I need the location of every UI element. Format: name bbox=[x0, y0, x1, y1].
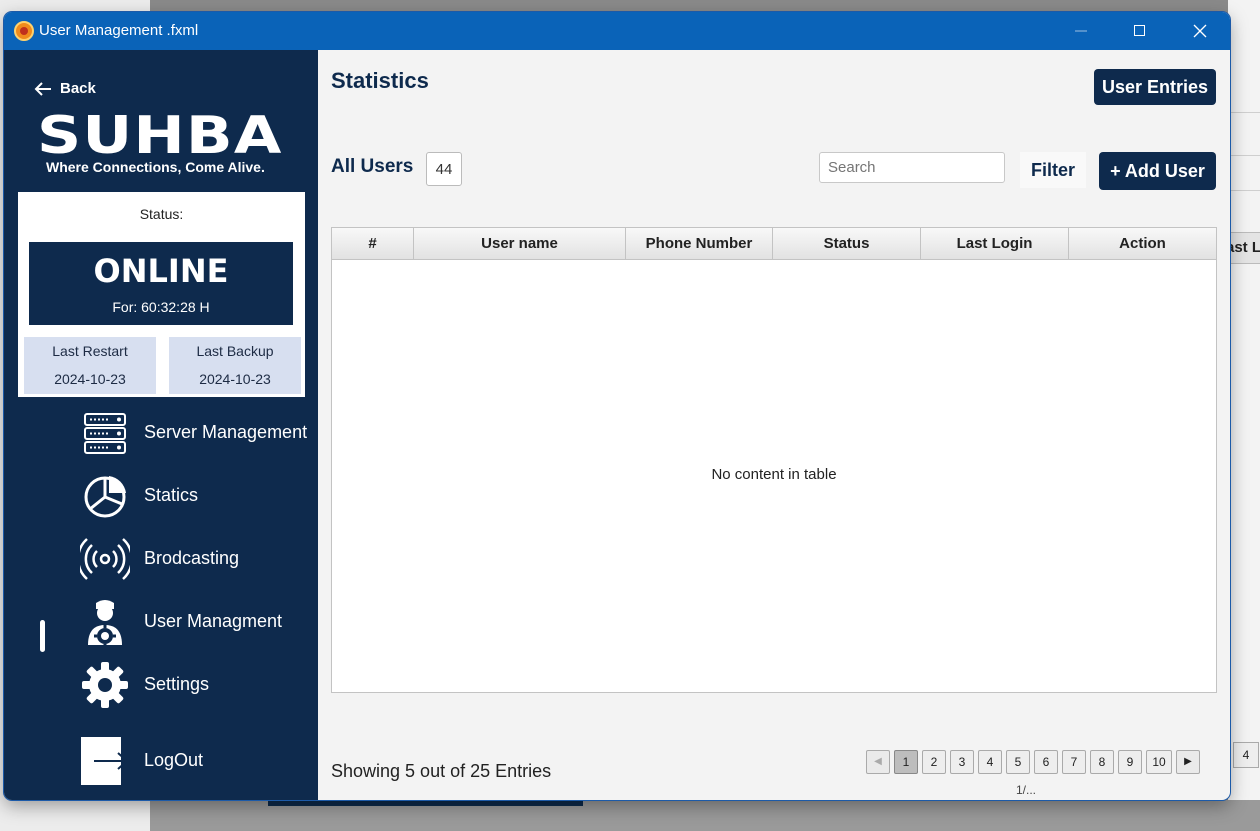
status-card: Status: ONLINE For: 60:32:28 H Last Rest… bbox=[18, 192, 305, 397]
last-restart-label: Last Restart bbox=[52, 343, 128, 359]
background-header-fragment: ast L bbox=[1225, 232, 1260, 264]
pagination-page-button[interactable]: 7 bbox=[1062, 750, 1086, 774]
close-icon bbox=[1193, 24, 1207, 38]
nav-label: User Managment bbox=[144, 611, 283, 631]
nav-settings[interactable]: Settings bbox=[4, 656, 318, 714]
nav-statics[interactable]: Statics bbox=[4, 467, 318, 525]
nav-logout[interactable]: LogOut bbox=[4, 732, 318, 790]
pagination-prev-button[interactable]: ◀ bbox=[866, 750, 890, 774]
app-window: User Management .fxml Back SUHBA Where C… bbox=[4, 12, 1230, 800]
column-header-phone[interactable]: Phone Number bbox=[626, 228, 773, 259]
nav-label: LogOut bbox=[144, 750, 204, 770]
all-users-label: All Users bbox=[331, 156, 414, 177]
column-header-username[interactable]: User name bbox=[414, 228, 626, 259]
page-info: 1/... bbox=[1016, 783, 1037, 797]
table-header: # User name Phone Number Status Last Log… bbox=[332, 228, 1216, 260]
title-bar: User Management .fxml bbox=[4, 12, 1230, 50]
background-divider bbox=[1228, 190, 1260, 191]
showing-entries-text: Showing 5 out of 25 Entries bbox=[331, 761, 552, 781]
search-input[interactable] bbox=[819, 152, 1005, 183]
last-restart-date: 2024-10-23 bbox=[54, 371, 126, 387]
app-icon bbox=[14, 21, 34, 41]
maximize-icon bbox=[1134, 25, 1145, 36]
last-backup-label: Last Backup bbox=[196, 343, 274, 359]
table-empty-message: No content in table bbox=[711, 466, 837, 483]
back-button[interactable]: Back bbox=[34, 80, 96, 97]
back-label: Back bbox=[60, 80, 96, 97]
sidebar: Back SUHBA Where Connections, Come Alive… bbox=[4, 50, 318, 800]
pagination-page-button[interactable]: 8 bbox=[1090, 750, 1114, 774]
uptime: For: 60:32:28 H bbox=[112, 299, 210, 315]
online-status-box: ONLINE For: 60:32:28 H bbox=[29, 242, 293, 325]
close-button[interactable] bbox=[1177, 12, 1223, 50]
pagination-next-button[interactable]: ▶ bbox=[1176, 750, 1200, 774]
window-title: User Management .fxml bbox=[39, 22, 199, 39]
column-header-last-login[interactable]: Last Login bbox=[921, 228, 1069, 259]
server-icon bbox=[84, 413, 126, 454]
nav-label: Brodcasting bbox=[144, 548, 240, 568]
pagination-page-button[interactable]: 4 bbox=[978, 750, 1002, 774]
arrow-left-icon bbox=[34, 81, 51, 96]
pie-chart-icon bbox=[84, 476, 126, 518]
nav-server-management[interactable]: Server Management bbox=[4, 404, 318, 462]
broadcast-icon bbox=[80, 538, 130, 580]
nav-label: Settings bbox=[144, 674, 210, 694]
nav-broadcasting[interactable]: Brodcasting bbox=[4, 530, 318, 588]
minimize-icon bbox=[1075, 30, 1087, 32]
logout-icon bbox=[81, 737, 129, 785]
column-header-action[interactable]: Action bbox=[1069, 228, 1216, 259]
background-window-right bbox=[1228, 0, 1260, 831]
pagination-page-button[interactable]: 5 bbox=[1006, 750, 1030, 774]
last-restart-box: Last Restart 2024-10-23 bbox=[24, 337, 156, 394]
last-backup-box: Last Backup 2024-10-23 bbox=[169, 337, 301, 394]
pagination-page-button[interactable]: 2 bbox=[922, 750, 946, 774]
pagination-page-button[interactable]: 9 bbox=[1118, 750, 1142, 774]
filter-button[interactable]: Filter bbox=[1020, 152, 1086, 188]
background-divider bbox=[1228, 112, 1260, 113]
status-label: Status: bbox=[139, 206, 184, 222]
tagline: Where Connections, Come Alive. bbox=[46, 159, 265, 175]
last-backup-date: 2024-10-23 bbox=[199, 371, 271, 387]
maximize-button[interactable] bbox=[1117, 12, 1163, 50]
gear-icon bbox=[82, 662, 128, 708]
user-gear-icon bbox=[88, 600, 122, 647]
background-bottom-bar bbox=[268, 800, 583, 806]
users-table: # User name Phone Number Status Last Log… bbox=[331, 227, 1217, 693]
triangle-left-icon: ◀ bbox=[874, 756, 882, 767]
pagination-page-button[interactable]: 3 bbox=[950, 750, 974, 774]
nav-label: Statics bbox=[144, 485, 199, 505]
nav-label: Server Management bbox=[144, 422, 308, 442]
add-user-button[interactable]: + Add User bbox=[1099, 152, 1216, 190]
user-entries-button[interactable]: User Entries bbox=[1094, 69, 1216, 105]
pagination-page-button[interactable]: 1 bbox=[894, 750, 918, 774]
minimize-button[interactable] bbox=[1058, 12, 1104, 50]
triangle-right-icon: ▶ bbox=[1184, 756, 1192, 767]
column-header-status[interactable]: Status bbox=[773, 228, 921, 259]
pagination: ◀ 1 2 3 4 5 6 7 8 9 10 ▶ bbox=[866, 750, 1200, 774]
page-title: Statistics bbox=[331, 68, 429, 93]
background-page-fragment: 4 bbox=[1233, 742, 1259, 768]
nav-user-management[interactable]: User Managment bbox=[4, 593, 318, 651]
pagination-page-button[interactable]: 6 bbox=[1034, 750, 1058, 774]
pagination-page-button[interactable]: 10 bbox=[1146, 750, 1172, 774]
user-count-badge: 44 bbox=[426, 152, 462, 186]
logo: SUHBA bbox=[37, 106, 283, 166]
background-divider bbox=[1228, 155, 1260, 156]
main-content: Statistics User Entries All Users 44 Fil… bbox=[318, 50, 1230, 800]
online-status: ONLINE bbox=[93, 252, 229, 290]
column-header-index[interactable]: # bbox=[332, 228, 414, 259]
